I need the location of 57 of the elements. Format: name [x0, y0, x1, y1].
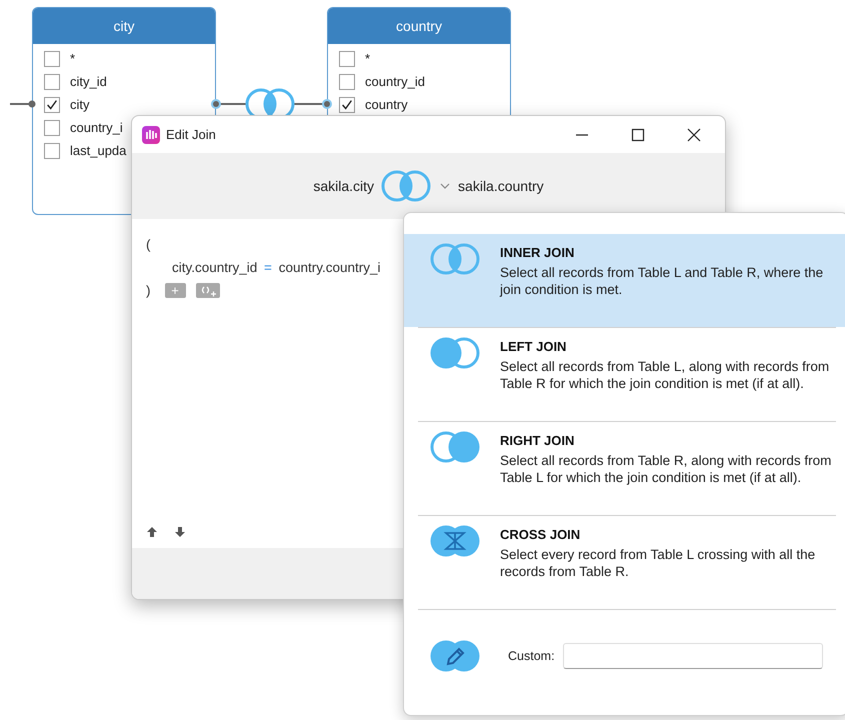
- connector-line: [10, 100, 36, 108]
- option-title: CROSS JOIN: [500, 527, 582, 542]
- checkbox[interactable]: [44, 142, 60, 158]
- pencil-icon: [428, 639, 482, 673]
- checkbox[interactable]: [44, 74, 60, 90]
- window-title: Edit Join: [166, 127, 216, 142]
- move-down-button[interactable]: [174, 526, 186, 538]
- option-description: Select every record from Table L crossing with all the records from Table R.: [500, 546, 816, 580]
- condition-expression: city.country_id = country.country_i: [172, 260, 380, 275]
- column-name: city_id: [70, 74, 107, 89]
- table-title: city: [114, 18, 134, 34]
- dropdown-button[interactable]: [438, 182, 452, 190]
- crossed-circles-icon: [428, 524, 482, 558]
- venn-icon: [428, 242, 482, 276]
- close-icon: [687, 128, 701, 142]
- table-title: country: [396, 18, 442, 34]
- custom-join-field[interactable]: [562, 643, 823, 669]
- checkbox[interactable]: [44, 120, 60, 136]
- column-name: last_upda: [70, 143, 126, 158]
- minimize-icon: [576, 134, 588, 136]
- caret-icon: [440, 182, 450, 190]
- checkbox[interactable]: [339, 96, 355, 112]
- open-paren: (: [146, 237, 150, 252]
- custom-label: Custom:: [508, 649, 555, 663]
- arrow-down-icon: [174, 526, 186, 538]
- column-name: country: [365, 97, 408, 112]
- option-description: Select all records from Table R, along with records from Table L for which the join condition is met (if at all).: [500, 452, 832, 486]
- checkbox[interactable]: [339, 50, 355, 66]
- venn-icon: [428, 336, 482, 370]
- column-name: city: [70, 97, 90, 112]
- checkbox[interactable]: [339, 74, 355, 90]
- option-description: Select all records from Table L, along with records from Table R for which the join condition is met (if at all).: [500, 358, 830, 392]
- move-up-button[interactable]: [146, 526, 158, 538]
- app-logo-icon: [142, 126, 160, 144]
- venn-icon: [247, 90, 293, 118]
- column-name: country_i: [70, 120, 123, 135]
- add-group-button[interactable]: [196, 283, 220, 298]
- checkbox[interactable]: [44, 50, 60, 66]
- join-option[interactable]: CROSS JOIN Select every record from Table L crossing with all the records from Table R.: [404, 516, 845, 609]
- table-name: sakila.city: [313, 178, 374, 194]
- join-option[interactable]: INNER JOIN Select all records from Table L and Table R, where the join condition is met.: [404, 234, 845, 327]
- close-paren: ): [146, 283, 150, 298]
- arrow-up-icon: [146, 526, 158, 538]
- join-option[interactable]: LEFT JOIN Select all records from Table L, along with records from Table R for which the join condition is met (if at all).: [404, 328, 845, 421]
- table-name: sakila.country: [458, 178, 544, 194]
- column-name: *: [365, 51, 370, 66]
- column-name: country_id: [365, 74, 425, 89]
- venn-icon: [380, 169, 432, 203]
- option-description: Select all records from Table L and Table R, where the join condition is met.: [500, 264, 824, 298]
- checkbox[interactable]: [44, 96, 60, 112]
- maximize-icon: [631, 128, 645, 142]
- join-option[interactable]: RIGHT JOIN Select all records from Table R, along with records from Table L for which the join condition is met (if at all).: [404, 422, 845, 515]
- venn-icon: [428, 430, 482, 464]
- option-title: RIGHT JOIN: [500, 433, 576, 448]
- column-name: *: [70, 51, 76, 66]
- option-title: INNER JOIN: [500, 245, 576, 260]
- option-title: LEFT JOIN: [500, 339, 568, 354]
